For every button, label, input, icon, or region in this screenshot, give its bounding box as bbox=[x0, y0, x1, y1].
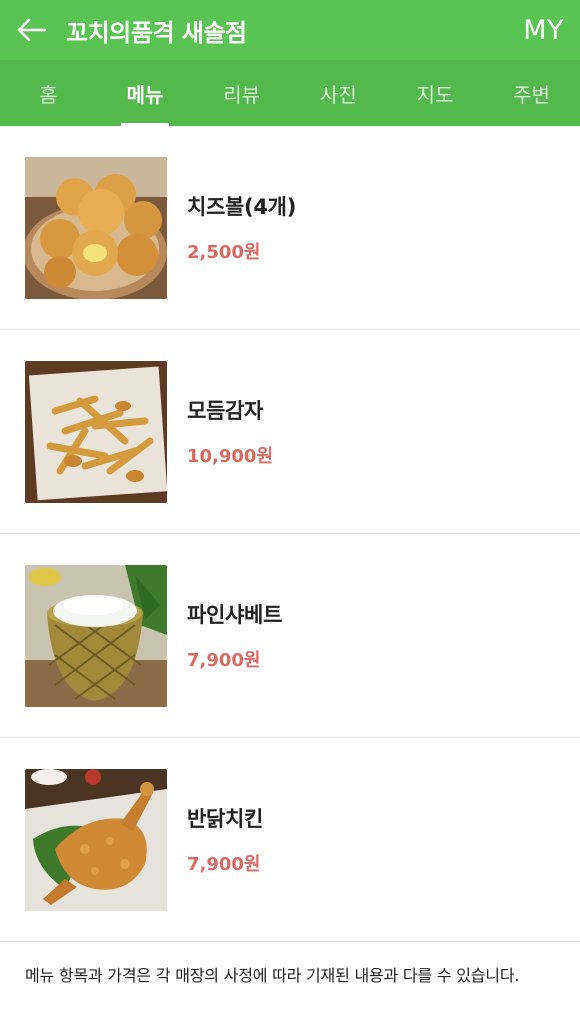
tab-review[interactable]: 리뷰 bbox=[193, 60, 290, 126]
tab-menu[interactable]: 메뉴 bbox=[97, 60, 194, 126]
arrow-left-icon bbox=[17, 18, 46, 42]
menu-item-assorted-fries[interactable]: 모듬감자 10,900원 bbox=[0, 330, 580, 534]
menu-item-price: 2,500원 bbox=[187, 242, 261, 263]
menu-item-price: 10,900원 bbox=[187, 446, 274, 467]
page-title: 꼬치의품격 새솔점 bbox=[66, 18, 247, 47]
pineapple-sherbet-photo bbox=[25, 564, 167, 707]
top-app-bar: 꼬치의품격 새솔점 MY bbox=[0, 0, 580, 60]
menu-item-price: 7,900원 bbox=[187, 650, 261, 671]
menu-item-name: 반닭치킨 bbox=[187, 807, 264, 831]
menu-item-name: 치즈볼(4개) bbox=[187, 195, 296, 219]
tab-home[interactable]: 홈 bbox=[0, 60, 97, 126]
back-button[interactable] bbox=[16, 11, 54, 49]
menu-item-info: 치즈볼(4개) 2,500원 bbox=[187, 191, 296, 264]
menu-item-info: 반닭치킨 7,900원 bbox=[187, 803, 263, 876]
tab-bar: 홈 메뉴 리뷰 사진 지도 주변 bbox=[0, 60, 580, 126]
menu-item-half-chicken[interactable]: 반닭치킨 7,900원 bbox=[0, 738, 580, 942]
menu-disclaimer: 메뉴 항목과 가격은 각 매장의 사정에 따라 기재된 내용과 다를 수 있습니… bbox=[25, 966, 520, 985]
tab-nearby[interactable]: 주변 bbox=[483, 60, 580, 126]
menu-item-info: 파인샤베트 7,900원 bbox=[187, 599, 282, 672]
menu-item-name: 모듬감자 bbox=[187, 399, 264, 423]
my-button[interactable]: MY bbox=[523, 15, 564, 46]
half-chicken-photo bbox=[25, 768, 167, 911]
tab-photo[interactable]: 사진 bbox=[290, 60, 387, 126]
assorted-fries-photo bbox=[25, 360, 167, 503]
menu-item-cheese-ball[interactable]: 치즈볼(4개) 2,500원 bbox=[0, 126, 580, 330]
menu-item-price: 7,900원 bbox=[187, 854, 261, 875]
menu-item-name: 파인샤베트 bbox=[187, 603, 283, 627]
menu-item-pineapple-sherbet[interactable]: 파인샤베트 7,900원 bbox=[0, 534, 580, 738]
tab-map[interactable]: 지도 bbox=[387, 60, 484, 126]
menu-item-info: 모듬감자 10,900원 bbox=[187, 395, 273, 468]
app-root: 꼬치의품격 새솔점 MY 홈 메뉴 리뷰 사진 지도 주변 치즈볼(4개) 2,… bbox=[0, 0, 580, 1029]
cheese-balls-photo bbox=[25, 156, 167, 299]
